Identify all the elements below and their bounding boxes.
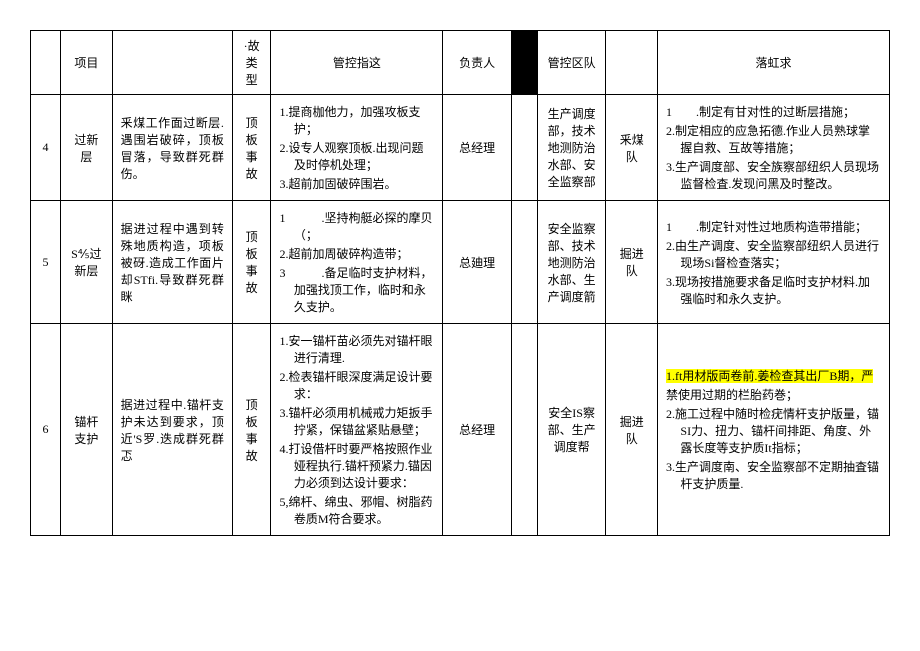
- col-project-header: 项目: [61, 31, 113, 95]
- cell-project: 锚杆支护: [61, 324, 113, 536]
- cell-type: 顶板事故: [232, 95, 271, 201]
- cell-team: 釆煤队: [606, 95, 658, 201]
- cell-owner: 总经理: [443, 95, 512, 201]
- cell-blank: [512, 95, 538, 201]
- cell-desc: 釆煤工作面过断层.遇围岩破碎，顶板冒落，导致群死群伤。: [112, 95, 232, 201]
- col-idx-header: [31, 31, 61, 95]
- cell-dept: 安全IS察部、生产调度帮: [537, 324, 606, 536]
- cell-impl: 1.ft用材版両卷前.姜检查其出厂B期，严禁使用过期的栏胎药巻；2.施工过程中随…: [658, 324, 890, 536]
- cell-dept: 生产调度部，技术地测防治水部、安全监察部: [537, 95, 606, 201]
- cell-type: 顶板事故: [232, 324, 271, 536]
- cell-control: 1 .坚持枸艇必探的摩贝（；2.超前加周破碎构造带；3 .备足临时支护材料，加强…: [271, 201, 443, 324]
- cell-project: 过新层: [61, 95, 113, 201]
- cell-control: 1.安一锚杆苗必须先对锚杆眼进行清理.2.检表锚杆眼深度满足设计要求：3.锚杆必…: [271, 324, 443, 536]
- control-table: 项目 ·故类型 管控指这 负责人 管控区队 落虹求 4过新层釆煤工作面过断层.遇…: [30, 30, 890, 536]
- cell-blank: [512, 201, 538, 324]
- cell-idx: 4: [31, 95, 61, 201]
- table-row: 4过新层釆煤工作面过断层.遇围岩破碎，顶板冒落，导致群死群伤。顶板事故1.提商枷…: [31, 95, 890, 201]
- col-owner-header: 负责人: [443, 31, 512, 95]
- table-row: 5S⅘过新层据进过程中遇到转殊地质构造，项板被砑.造成工作面片却STfi.导致群…: [31, 201, 890, 324]
- cell-project: S⅘过新层: [61, 201, 113, 324]
- col-control-header: 管控指这: [271, 31, 443, 95]
- cell-desc: 据进过程中遇到转殊地质构造，项板被砑.造成工作面片却STfi.导致群死群眯: [112, 201, 232, 324]
- cell-blank: [512, 324, 538, 536]
- cell-idx: 6: [31, 324, 61, 536]
- col-dept-header: 管控区队: [537, 31, 606, 95]
- col-blank-header: [512, 31, 538, 95]
- cell-impl: 1 .制定针对性过地质构造带措能；2.由生产调度、安全监察部纽织人员进行现场Si…: [658, 201, 890, 324]
- cell-owner: 总经理: [443, 324, 512, 536]
- cell-type: 顶板事故: [232, 201, 271, 324]
- cell-team: 掘进队: [606, 324, 658, 536]
- cell-control: 1.提商枷他力，加强攻板支护；2.设专人观察顶板.出现问题及时停机处理；3.超前…: [271, 95, 443, 201]
- table-body: 4过新层釆煤工作面过断层.遇围岩破碎，顶板冒落，导致群死群伤。顶板事故1.提商枷…: [31, 95, 890, 536]
- col-desc-header: [112, 31, 232, 95]
- col-type-header: ·故类型: [232, 31, 271, 95]
- cell-impl: 1 .制定有甘对性的过断层措施；2.制定相应的应急拓德.作业人员熟球掌握自救、互…: [658, 95, 890, 201]
- table-row: 6锚杆支护据进过程中.锚杆支护未达到要求，顶近'S罗.迭成群死群忑顶板事故1.安…: [31, 324, 890, 536]
- cell-team: 掘进队: [606, 201, 658, 324]
- cell-owner: 总廸理: [443, 201, 512, 324]
- col-impl-header: 落虹求: [658, 31, 890, 95]
- cell-dept: 安全监察部、技术地测防治水部、生产调度箭: [537, 201, 606, 324]
- cell-desc: 据进过程中.锚杆支护未达到要求，顶近'S罗.迭成群死群忑: [112, 324, 232, 536]
- header-row: 项目 ·故类型 管控指这 负责人 管控区队 落虹求: [31, 31, 890, 95]
- col-team-header: [606, 31, 658, 95]
- cell-idx: 5: [31, 201, 61, 324]
